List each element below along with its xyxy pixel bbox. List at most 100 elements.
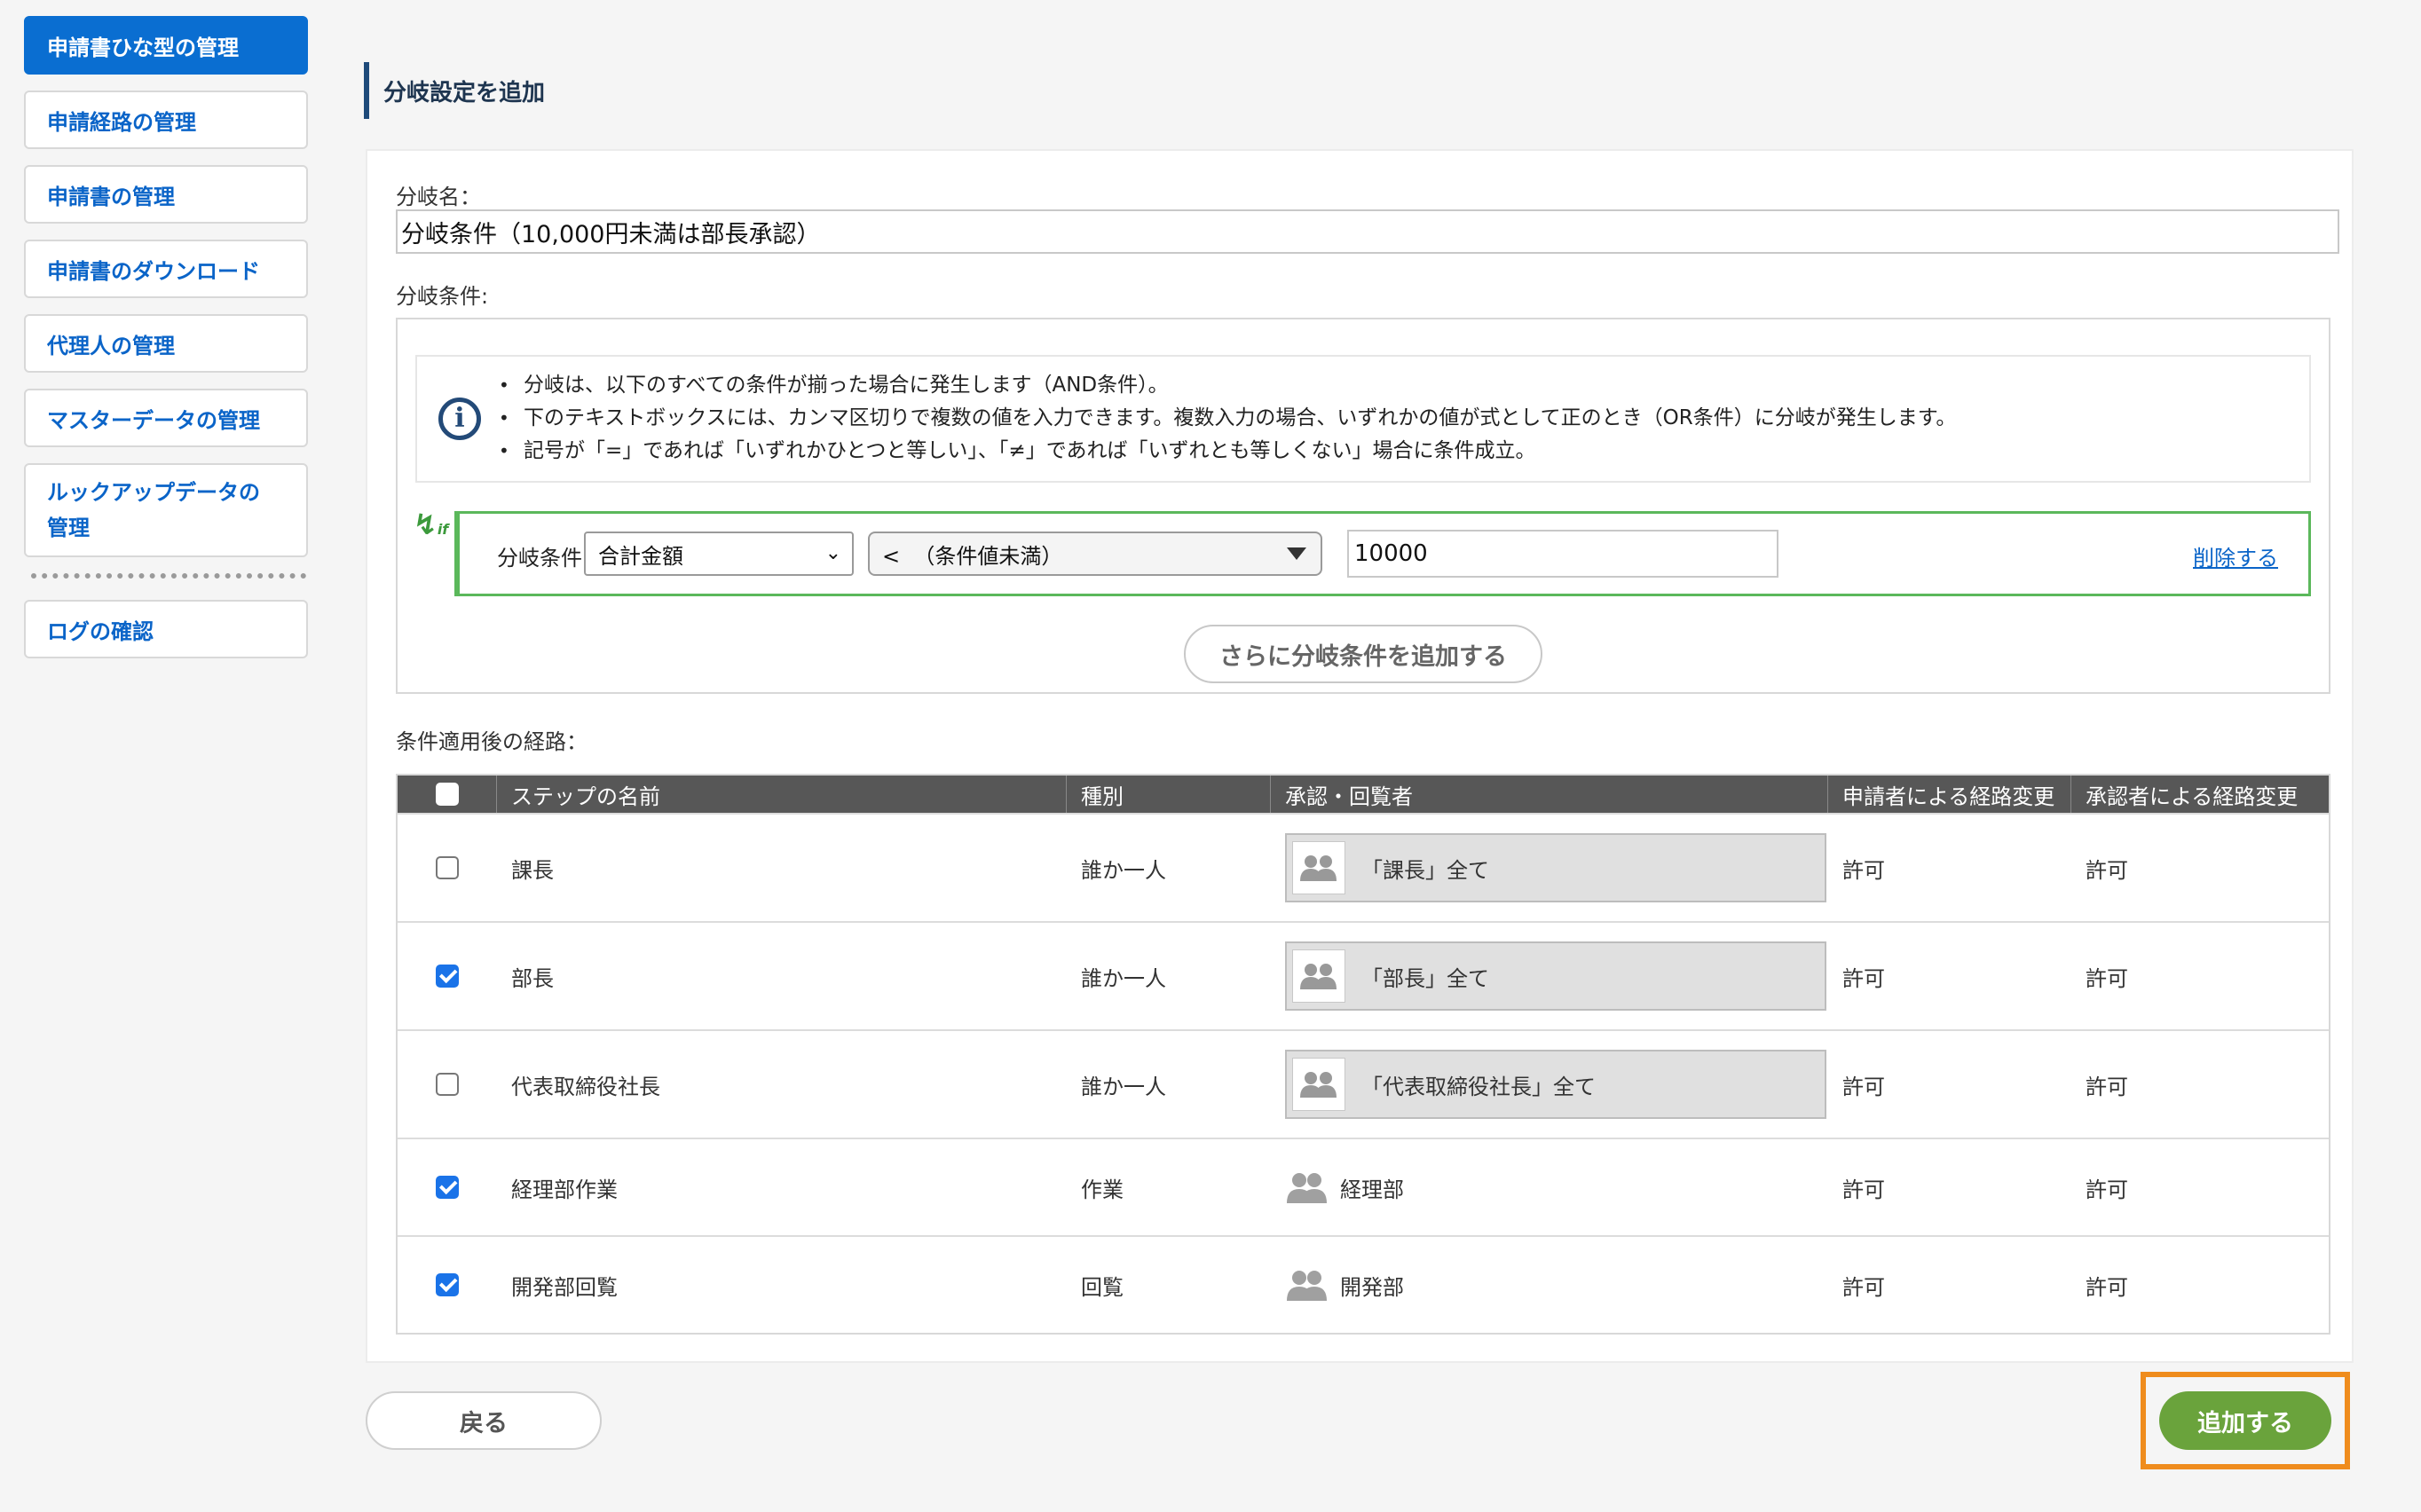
step-name: 開発部回覧 (511, 1274, 618, 1300)
delete-condition-link[interactable]: 削除する (2193, 540, 2278, 571)
branch-name-input[interactable]: 分岐条件（10,000円未満は部長承認） (396, 209, 2339, 254)
step-type: 回覧 (1081, 1274, 1124, 1300)
branch-name-label: 分岐名： (396, 185, 481, 209)
approver-group: 開発部 (1285, 1269, 1404, 1301)
info-line: 記号が「=」であれば「いずれかひとつと等しい」、「≠」であれば「いずれとも等しく… (499, 435, 1956, 468)
info-line: 分岐は、以下のすべての条件が揃った場合に発生します（AND条件）。 (499, 369, 1956, 402)
header-applicant-change: 申請者による経路変更 (1828, 776, 2071, 813)
row-check-cell (398, 1139, 497, 1235)
dropdown-triangle-icon (1287, 547, 1306, 560)
header-step-name: ステップの名前 (497, 776, 1067, 813)
step-name: 課長 (511, 857, 554, 883)
step-name: 部長 (511, 965, 554, 991)
table-row: 経理部作業 作業 経理部 許可 許可 (398, 1138, 2329, 1235)
applicant-change-value: 許可 (1842, 1274, 1885, 1300)
approver-box: 「課長」全て (1285, 833, 1826, 902)
step-type: 誰か一人 (1081, 1074, 1166, 1099)
approver-change-value: 許可 (2086, 857, 2128, 883)
info-notice: i 分岐は、以下のすべての条件が揃った場合に発生します（AND条件）。 下のテキ… (415, 355, 2311, 483)
sidebar-item-label: 申請経路の管理 (47, 109, 196, 135)
approver-change-value: 許可 (2086, 1177, 2128, 1202)
condition-field-value: 合計金額 (598, 543, 683, 569)
add-condition-button[interactable]: さらに分岐条件を追加する (1184, 625, 1542, 683)
submit-highlight-frame: 追加する (2141, 1372, 2350, 1469)
applicant-change-value: 許可 (1842, 857, 1885, 883)
row-checkbox[interactable] (436, 1176, 459, 1199)
condition-value-input[interactable]: 10000 (1347, 530, 1778, 578)
approver-cell: 「代表取締役社長」全て (1271, 1031, 1828, 1138)
applicant-change-value: 許可 (1842, 965, 1885, 991)
approver-cell: 「課長」全て (1271, 815, 1828, 921)
approver-name: 経理部 (1340, 1177, 1404, 1202)
group-avatar-icon (1292, 1058, 1345, 1111)
sidebar-item-label: 申請書ひな型の管理 (47, 35, 239, 60)
branch-settings-panel: 分岐名： 分岐条件（10,000円未満は部長承認） 分岐条件: i 分岐は、以下… (366, 149, 2354, 1363)
sidebar-item-proxy-management[interactable]: 代理人の管理 (24, 314, 308, 373)
table-row: 部長 誰か一人 「部長」全て 許可 許可 (398, 921, 2329, 1029)
sidebar-item-template-management[interactable]: 申請書ひな型の管理 (24, 16, 308, 75)
approver-box: 「部長」全て (1285, 941, 1826, 1011)
sidebar-item-label: 申請書の管理 (47, 184, 175, 209)
info-line: 下のテキストボックスには、カンマ区切りで複数の値を入力できます。複数入力の場合、… (499, 402, 1956, 435)
step-type: 作業 (1081, 1177, 1124, 1202)
branch-condition-box: i 分岐は、以下のすべての条件が揃った場合に発生します（AND条件）。 下のテキ… (396, 318, 2330, 694)
step-type: 誰か一人 (1081, 965, 1166, 991)
chevron-down-icon: ⌄ (824, 542, 841, 564)
row-checkbox[interactable] (436, 1073, 459, 1096)
sidebar-item-label: ログの確認 (47, 618, 154, 644)
applicant-change-value: 許可 (1842, 1177, 1885, 1202)
approver-cell: 開発部 (1271, 1237, 1828, 1333)
condition-row: 分岐条件 合計金額 ⌄ < （条件値未満） 10000 削除する (454, 511, 2311, 596)
approver-change-value: 許可 (2086, 1274, 2128, 1300)
sidebar-item-application-download[interactable]: 申請書のダウンロード (24, 240, 308, 298)
condition-field-select[interactable]: 合計金額 ⌄ (584, 532, 854, 576)
sidebar-item-lookup-data-management[interactable]: ルックアップデータの管理 (24, 463, 308, 557)
sidebar-item-master-data-management[interactable]: マスターデータの管理 (24, 389, 308, 447)
approver-group: 経理部 (1285, 1171, 1404, 1203)
step-name: 経理部作業 (511, 1177, 618, 1202)
applicant-change-value: 許可 (1842, 1074, 1885, 1099)
sidebar: 申請書ひな型の管理 申請経路の管理 申請書の管理 申請書のダウンロード 代理人の… (24, 16, 308, 674)
select-all-checkbox[interactable] (435, 783, 459, 806)
row-check-cell (398, 1031, 497, 1138)
approver-box: 「代表取締役社長」全て (1285, 1050, 1826, 1119)
approver-name: 開発部 (1340, 1274, 1404, 1300)
condition-label: 分岐条件 (497, 546, 582, 571)
table-row: 課長 誰か一人 「課長」全て 許可 許可 (398, 813, 2329, 921)
table-row: 開発部回覧 回覧 開発部 許可 許可 (398, 1235, 2329, 1333)
back-button[interactable]: 戻る (366, 1391, 602, 1450)
approver-change-value: 許可 (2086, 965, 2128, 991)
row-checkbox[interactable] (436, 1273, 459, 1296)
page-title: 分岐設定を追加 (364, 62, 545, 119)
condition-operator-value: < （条件値未満） (882, 543, 1063, 569)
step-name: 代表取締役社長 (511, 1074, 660, 1099)
row-checkbox[interactable] (436, 856, 459, 879)
row-check-cell (398, 1237, 497, 1333)
group-icon (1287, 1173, 1327, 1203)
row-check-cell (398, 923, 497, 1029)
group-avatar-icon (1292, 841, 1345, 894)
sidebar-item-label: マスターデータの管理 (47, 407, 260, 433)
add-button[interactable]: 追加する (2159, 1391, 2331, 1450)
condition-operator-select[interactable]: < （条件値未満） (868, 532, 1322, 576)
group-icon (1287, 1271, 1327, 1301)
sidebar-item-label: 代理人の管理 (47, 333, 175, 358)
approver-name: 「代表取締役社長」全て (1361, 1074, 1596, 1099)
approver-change-value: 許可 (2086, 1074, 2128, 1099)
info-list: 分岐は、以下のすべての条件が揃った場合に発生します（AND条件）。 下のテキスト… (499, 369, 1956, 468)
table-row: 代表取締役社長 誰か一人 「代表取締役社長」全て 許可 許可 (398, 1029, 2329, 1138)
sidebar-item-log-check[interactable]: ログの確認 (24, 600, 308, 658)
route-table: ステップの名前 種別 承認・回覧者 申請者による経路変更 承認者による経路変更 … (396, 774, 2330, 1335)
sidebar-item-application-management[interactable]: 申請書の管理 (24, 165, 308, 224)
row-checkbox[interactable] (436, 965, 459, 988)
branch-if-icon: ↯if (414, 508, 449, 541)
group-avatar-icon (1292, 949, 1345, 1003)
branch-condition-label: 分岐条件: (396, 284, 489, 309)
info-icon: i (438, 398, 481, 440)
header-check-cell (398, 776, 497, 813)
header-approvers: 承認・回覧者 (1271, 776, 1828, 813)
sidebar-item-route-management[interactable]: 申請経路の管理 (24, 91, 308, 149)
row-check-cell (398, 815, 497, 921)
approver-name: 「課長」全て (1361, 857, 1489, 883)
step-type: 誰か一人 (1081, 857, 1166, 883)
